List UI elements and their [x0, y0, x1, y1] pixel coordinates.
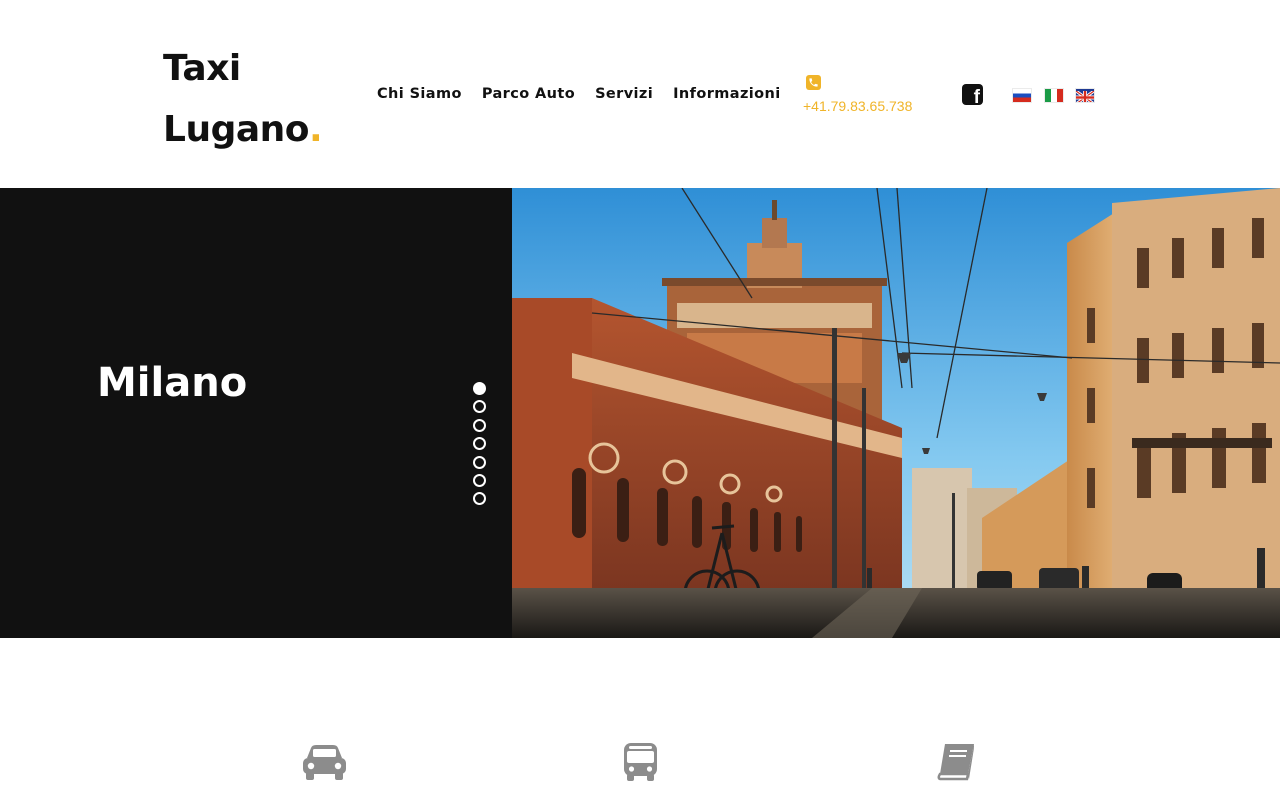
flag-it-icon[interactable] [1045, 89, 1063, 102]
slide-dot-3[interactable] [473, 418, 486, 432]
flag-uk-icon[interactable] [1076, 89, 1094, 102]
hero-image [512, 188, 1280, 638]
main-nav: Chi Siamo Parco Auto Servizi Informazion… [377, 86, 781, 102]
facebook-icon[interactable]: f [962, 84, 983, 107]
slider-dots [473, 382, 486, 511]
flag-ru-icon[interactable] [1013, 89, 1031, 102]
bus-icon [623, 742, 658, 786]
slide-dot-1[interactable] [473, 382, 486, 395]
slide-dot-4[interactable] [473, 437, 486, 451]
logo-line2: Lugano. [163, 99, 323, 160]
header: Taxi Lugano. Chi Siamo Parco Auto Serviz… [0, 0, 1280, 188]
phone-icon [806, 75, 821, 90]
slide-dot-5[interactable] [473, 455, 486, 469]
slide-dot-6[interactable] [473, 473, 486, 487]
hero-panel [0, 188, 512, 638]
book-icon [937, 742, 975, 786]
phone-number[interactable]: +41.79.83.65.738 [803, 98, 912, 114]
logo-name: Lugano [163, 109, 310, 150]
nav-servizi[interactable]: Servizi [595, 86, 653, 102]
hero-title: Milano [97, 360, 248, 406]
nav-chi-siamo[interactable]: Chi Siamo [377, 86, 462, 102]
logo[interactable]: Taxi Lugano. [163, 38, 323, 160]
slide-dot-2[interactable] [473, 400, 486, 414]
nav-parco-auto[interactable]: Parco Auto [482, 86, 575, 102]
logo-line1: Taxi [163, 48, 241, 89]
car-icon [302, 742, 347, 786]
nav-informazioni[interactable]: Informazioni [673, 86, 781, 102]
logo-dot: . [309, 109, 323, 150]
slide-dot-7[interactable] [473, 492, 486, 506]
